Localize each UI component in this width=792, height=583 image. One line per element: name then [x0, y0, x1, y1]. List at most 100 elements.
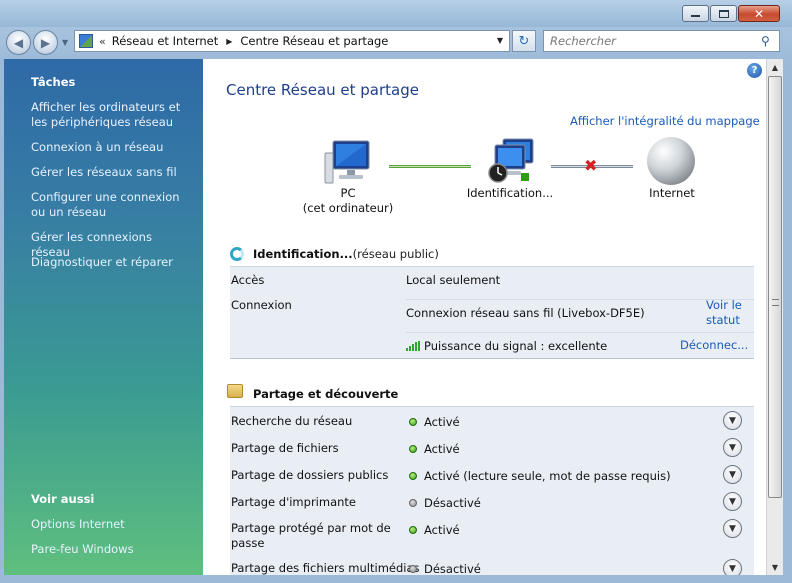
chevron-right-icon[interactable]: ▶: [226, 37, 232, 46]
view-status-link[interactable]: Voir le statut: [706, 298, 750, 328]
sharing-row-status: Activé (lecture seule, mot de passe requ…: [424, 469, 671, 483]
sidebar-item-manage-wireless[interactable]: Gérer les réseaux sans fil: [31, 165, 193, 180]
sidebar-item-view-computers[interactable]: Afficher les ordinateurs et les périphér…: [31, 100, 193, 130]
tasks-heading: Tâches: [31, 75, 76, 89]
sharing-row-label: Recherche du réseau: [231, 414, 353, 428]
divider: [406, 332, 754, 333]
arrow-right-icon: ▶: [40, 35, 51, 50]
search-box[interactable]: Rechercher ⚲: [543, 30, 780, 52]
globe-icon[interactable]: [647, 137, 695, 185]
title-bar: ✕: [0, 0, 792, 27]
chevron-down-icon[interactable]: ▼: [497, 36, 503, 45]
sharing-row-status: Activé: [424, 442, 460, 456]
scroll-up-button[interactable]: ▲: [767, 59, 783, 75]
connection-label: Connexion: [231, 298, 292, 312]
expand-button[interactable]: ▼: [723, 411, 742, 430]
pc-subtitle: (cet ordinateur): [302, 201, 394, 215]
refresh-icon: ↻: [518, 33, 530, 49]
sharing-row-label: Partage des fichiers multimédias: [231, 561, 420, 575]
close-icon: ✕: [753, 6, 765, 21]
page-title: Centre Réseau et partage: [226, 81, 419, 99]
full-map-link[interactable]: Afficher l'intégralité du mappage: [570, 114, 760, 128]
scrollbar-thumb[interactable]: [768, 76, 782, 498]
window-border-bottom: [0, 575, 792, 583]
refresh-button[interactable]: ↻: [512, 30, 536, 52]
sidebar: Tâches Afficher les ordinateurs et les p…: [4, 59, 203, 575]
chevron-down-icon: ▼: [729, 496, 736, 507]
close-button[interactable]: ✕: [738, 5, 780, 22]
sharing-section-header: Partage et découverte: [253, 384, 766, 404]
recent-pages-dropdown[interactable]: ▼: [62, 38, 68, 47]
back-button[interactable]: ◀: [6, 30, 31, 55]
sharing-row-status: Activé: [424, 523, 460, 537]
internet-node-label: Internet: [649, 186, 695, 200]
sharing-row-status: Activé: [424, 415, 460, 429]
network-icon[interactable]: [485, 137, 537, 185]
expand-button[interactable]: ▼: [723, 559, 742, 575]
sharing-row-label: Partage de dossiers publics: [231, 468, 389, 482]
vertical-scrollbar[interactable]: ▲ ▼: [766, 59, 783, 575]
window-controls: ✕: [682, 5, 780, 22]
chevron-down-icon: ▼: [729, 415, 736, 426]
breadcrumb-overflow[interactable]: «: [99, 35, 106, 48]
expand-button[interactable]: ▼: [723, 465, 742, 484]
disconnect-link[interactable]: Déconnec...: [680, 338, 748, 353]
sidebar-item-internet-options[interactable]: Options Internet: [31, 517, 193, 532]
main-content: ? Centre Réseau et partage Afficher l'in…: [203, 59, 766, 575]
maximize-button[interactable]: [710, 5, 737, 22]
connection-line-ok: [389, 165, 471, 168]
pc-name: PC: [340, 186, 356, 200]
status-off-icon: [409, 499, 417, 507]
window-border-right: [783, 59, 792, 583]
signal-value: Puissance du signal : excellente: [424, 339, 608, 353]
status-on-icon: [409, 445, 417, 453]
network-name: Identification...: [253, 247, 353, 261]
arrow-left-icon: ◀: [13, 35, 24, 50]
minimize-icon: [691, 15, 700, 17]
chevron-down-icon: ▼: [729, 442, 736, 453]
sharing-row-label: Partage protégé par mot de passe: [231, 521, 391, 550]
sharing-row-status: Désactivé: [424, 496, 481, 510]
sidebar-item-diagnose[interactable]: Diagnostiquer et réparer: [31, 255, 193, 270]
access-label: Accès: [231, 273, 265, 287]
breadcrumb-network-internet[interactable]: Réseau et Internet: [112, 34, 219, 48]
minimize-button[interactable]: [682, 5, 709, 22]
status-on-icon: [409, 418, 417, 426]
search-icon[interactable]: ⚲: [761, 34, 779, 48]
sidebar-item-connect[interactable]: Connexion à un réseau: [31, 140, 193, 155]
network-section-header: Identification... (réseau public): [253, 244, 766, 264]
status-on-icon: [409, 526, 417, 534]
signal-strength-icon: [406, 341, 422, 351]
pc-node-label: PC (cet ordinateur): [299, 186, 397, 216]
access-value: Local seulement: [406, 273, 501, 287]
see-also-heading: Voir aussi: [31, 492, 95, 506]
address-bar[interactable]: « Réseau et Internet ▶ Centre Réseau et …: [74, 30, 510, 52]
chevron-down-icon: ▼: [729, 523, 736, 534]
sharing-row-label: Partage de fichiers: [231, 441, 339, 455]
sidebar-item-firewall[interactable]: Pare-feu Windows: [31, 542, 193, 557]
error-x-icon[interactable]: ✖: [584, 158, 597, 174]
divider: [230, 358, 754, 359]
network-status-icon: [230, 247, 244, 261]
sidebar-item-setup-connection[interactable]: Configurer une connexion ou un réseau: [31, 190, 193, 220]
computer-icon[interactable]: [323, 139, 373, 185]
help-icon[interactable]: ?: [747, 63, 762, 78]
connection-value: Connexion réseau sans fil (Livebox-DF5E): [406, 306, 645, 320]
status-on-icon: [409, 472, 417, 480]
search-input[interactable]: Rechercher: [550, 34, 761, 48]
divider: [406, 299, 754, 300]
network-node-label[interactable]: Identification...: [460, 186, 560, 200]
network-type: (réseau public): [352, 247, 439, 261]
forward-button[interactable]: ▶: [33, 30, 58, 55]
scroll-down-button[interactable]: ▼: [767, 559, 783, 575]
chevron-down-icon: ▼: [729, 563, 736, 574]
expand-button[interactable]: ▼: [723, 519, 742, 538]
maximize-icon: [718, 9, 729, 18]
expand-button[interactable]: ▼: [723, 492, 742, 511]
sharing-icon: [227, 384, 243, 398]
sharing-row-label: Partage d'imprimante: [231, 495, 356, 509]
chevron-down-icon: ▼: [729, 469, 736, 480]
breadcrumb-network-center[interactable]: Centre Réseau et partage: [240, 34, 388, 48]
sharing-title: Partage et découverte: [253, 387, 399, 401]
expand-button[interactable]: ▼: [723, 438, 742, 457]
